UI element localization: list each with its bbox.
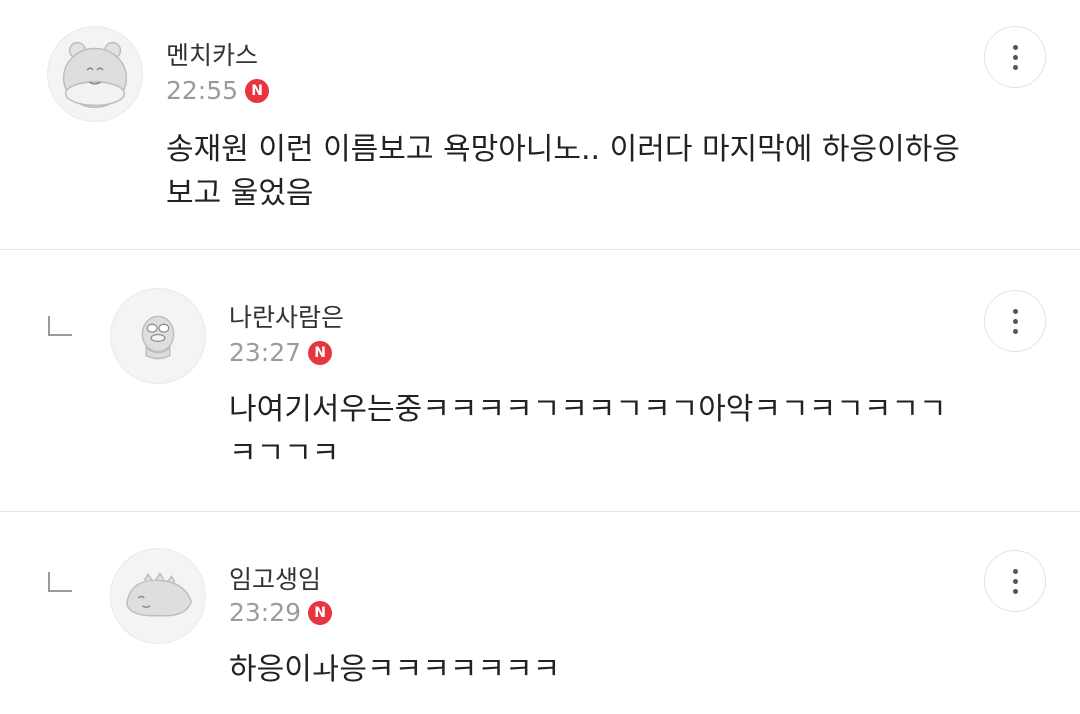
comment-text: 송재원 이런 이름보고 욕망아니노.. 이러다 마지막에 하응이하응 보고 울었… [166,132,960,211]
dinosaur-character-icon [125,572,193,617]
duck-character-icon [141,315,175,360]
reply-item: 임고생임 23:29 N 하응이ㅘ응ㅋㅋㅋㅋㅋㅋㅋ [0,512,1080,714]
comment-meta: 23:27 N [229,338,333,367]
comment-time: 23:29 [229,598,302,627]
avatar[interactable] [110,288,206,384]
bear-character-icon [62,41,128,109]
more-vertical-icon [1012,568,1018,594]
comment-text: 하응이ㅘ응ㅋㅋㅋㅋㅋㅋㅋ [229,652,561,687]
comment-meta: 22:55 N [166,76,270,105]
avatar[interactable] [47,26,143,122]
comment-time: 22:55 [166,76,239,105]
reply-arrow-icon [48,572,72,592]
new-badge: N [245,78,270,103]
more-options-button[interactable] [984,26,1046,88]
comment-nickname[interactable]: 임고생임 [229,560,321,596]
comment-nickname[interactable]: 멘치카스 [166,36,258,72]
reply-item: 나란사람은 23:27 N 나여기서우는중ㅋㅋㅋㅋㄱㅋㅋㄱㅋㄱ아악ㅋㄱㅋㄱㅋㄱㄱ… [0,250,1080,511]
avatar[interactable] [110,548,206,644]
new-badge: N [308,600,333,625]
more-options-button[interactable] [984,550,1046,612]
comment-nickname[interactable]: 나란사람은 [229,298,344,334]
comment-item: 멘치카스 22:55 N 송재원 이런 이름보고 욕망아니노.. 이러다 마지막… [0,0,1080,250]
comment-meta: 23:29 N [229,598,333,627]
comment-text: 나여기서우는중ㅋㅋㅋㅋㄱㅋㅋㄱㅋㄱ아악ㅋㄱㅋㄱㅋㄱㄱ ㅋㄱㄱㅋ [229,392,947,471]
more-vertical-icon [1012,44,1018,70]
more-vertical-icon [1012,308,1018,334]
comment-time: 23:27 [229,338,302,367]
reply-arrow-icon [48,316,72,336]
more-options-button[interactable] [984,290,1046,352]
new-badge: N [308,340,333,365]
